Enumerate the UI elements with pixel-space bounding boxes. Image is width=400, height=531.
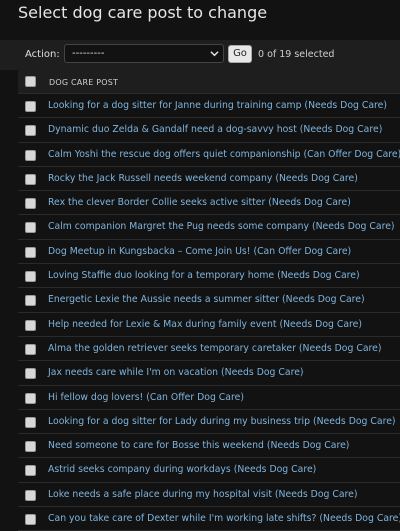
table-body: Looking for a dog sitter for Janne durin…	[18, 94, 400, 531]
table-row: Loving Staffie duo looking for a tempora…	[18, 264, 400, 289]
table-row: Need someone to care for Bosse this week…	[18, 434, 400, 459]
dog-care-post-link[interactable]: Rex the clever Border Collie seeks activ…	[48, 197, 351, 208]
table-row: Rocky the Jack Russell needs weekend com…	[18, 167, 400, 192]
row-checkbox[interactable]	[25, 125, 36, 137]
row-checkbox[interactable]	[25, 319, 36, 331]
select-all-checkbox[interactable]	[25, 76, 36, 87]
dog-care-post-link[interactable]: Dog Meetup in Kungsbacka – Come Join Us!…	[48, 246, 351, 257]
dog-care-post-link[interactable]: Loke needs a safe place during my hospit…	[48, 489, 358, 500]
row-checkbox[interactable]	[25, 222, 36, 234]
row-checkbox[interactable]	[25, 149, 36, 161]
table-row: Dynamic duo Zelda & Gandalf need a dog-s…	[18, 118, 400, 143]
row-checkbox[interactable]	[25, 173, 36, 185]
table-row: Energetic Lexie the Aussie needs a summe…	[18, 288, 400, 313]
column-header-dog-care-post[interactable]: DOG CARE POST	[49, 78, 118, 87]
row-checkbox[interactable]	[25, 246, 36, 258]
table-row: Looking for a dog sitter for Janne durin…	[18, 94, 400, 119]
dog-care-post-link[interactable]: Alma the golden retriever seeks temporar…	[48, 343, 382, 354]
dog-care-post-link[interactable]: Looking for a dog sitter for Lady during…	[48, 416, 396, 427]
selection-counter: 0 of 19 selected	[258, 49, 335, 60]
action-select[interactable]: ---------	[64, 44, 224, 63]
row-checkbox[interactable]	[25, 489, 36, 501]
dog-care-post-link[interactable]: Looking for a dog sitter for Janne durin…	[48, 100, 387, 111]
row-checkbox[interactable]	[25, 392, 36, 404]
action-select-value: ---------	[72, 48, 105, 59]
dog-care-post-link[interactable]: Help needed for Lexie & Max during famil…	[48, 319, 362, 330]
table-row: Calm Yoshi the rescue dog offers quiet c…	[18, 143, 400, 167]
dog-care-post-link[interactable]: Calm companion Margret the Pug needs som…	[48, 221, 395, 232]
table-row: Jax needs care while I'm on vacation (Ne…	[18, 361, 400, 386]
dog-care-post-link[interactable]: Need someone to care for Bosse this week…	[48, 440, 349, 451]
table-row: Help needed for Lexie & Max during famil…	[18, 313, 400, 337]
table-header: DOG CARE POST	[18, 70, 400, 94]
dog-care-post-link[interactable]: Rocky the Jack Russell needs weekend com…	[48, 173, 358, 184]
table-row: Calm companion Margret the Pug needs som…	[18, 215, 400, 240]
row-checkbox[interactable]	[25, 343, 36, 355]
table-row: Astrid seeks company during workdays (Ne…	[18, 458, 400, 483]
table-row: Loke needs a safe place during my hospit…	[18, 483, 400, 508]
chevron-down-icon	[210, 51, 219, 57]
table-row: Hi fellow dog lovers! (Can Offer Dog Car…	[18, 386, 400, 410]
row-checkbox[interactable]	[25, 295, 36, 307]
table-row: Alma the golden retriever seeks temporar…	[18, 337, 400, 362]
row-checkbox[interactable]	[25, 416, 36, 428]
row-checkbox[interactable]	[25, 271, 36, 283]
row-checkbox[interactable]	[25, 101, 36, 112]
dog-care-post-link[interactable]: Calm Yoshi the rescue dog offers quiet c…	[48, 149, 400, 160]
row-checkbox[interactable]	[25, 198, 36, 210]
action-label: Action:	[25, 49, 60, 60]
results-table: DOG CARE POST Looking for a dog sitter f…	[18, 70, 400, 531]
row-checkbox[interactable]	[25, 514, 36, 526]
dog-care-post-link[interactable]: Hi fellow dog lovers! (Can Offer Dog Car…	[48, 392, 244, 403]
table-row: Dog Meetup in Kungsbacka – Come Join Us!…	[18, 240, 400, 265]
dog-care-post-link[interactable]: Energetic Lexie the Aussie needs a summe…	[48, 294, 365, 305]
table-row: Rex the clever Border Collie seeks activ…	[18, 191, 400, 216]
go-button[interactable]: Go	[228, 45, 252, 63]
page-title: Select dog care post to change	[18, 3, 268, 22]
table-row: Looking for a dog sitter for Lady during…	[18, 410, 400, 435]
dog-care-post-link[interactable]: Jax needs care while I'm on vacation (Ne…	[48, 367, 304, 378]
row-checkbox[interactable]	[25, 465, 36, 477]
table-row: Can you take care of Dexter while I'm wo…	[18, 507, 400, 531]
dog-care-post-link[interactable]: Loving Staffie duo looking for a tempora…	[48, 270, 360, 281]
row-checkbox[interactable]	[25, 368, 36, 380]
actions-bar: Action: --------- Go 0 of 19 selected	[0, 40, 400, 70]
dog-care-post-link[interactable]: Dynamic duo Zelda & Gandalf need a dog-s…	[48, 124, 382, 135]
dog-care-post-link[interactable]: Astrid seeks company during workdays (Ne…	[48, 464, 316, 475]
row-checkbox[interactable]	[25, 441, 36, 453]
dog-care-post-link[interactable]: Can you take care of Dexter while I'm wo…	[48, 513, 400, 524]
